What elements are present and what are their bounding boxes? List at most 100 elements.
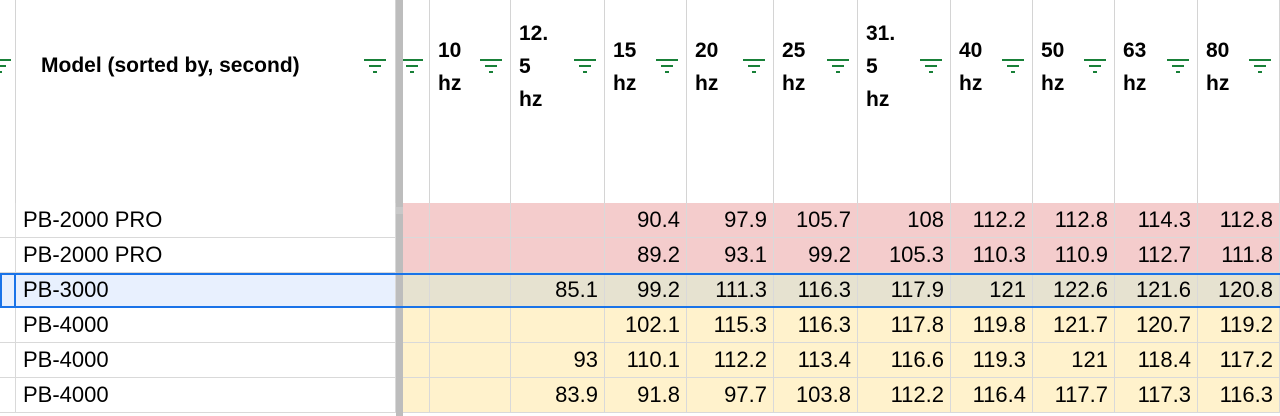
header-cell-freq[interactable]: 40 hz xyxy=(951,0,1033,207)
header-cell-freq[interactable]: 31. 5 hz xyxy=(858,0,951,207)
header-cell-freq[interactable]: 10 hz xyxy=(430,0,511,207)
filter-icon[interactable] xyxy=(743,59,765,73)
spl-value-cell[interactable]: 120.7 xyxy=(1115,308,1198,343)
header-cell-freq[interactable]: 63 hz xyxy=(1115,0,1198,207)
header-cell-freq[interactable]: 80 hz xyxy=(1198,0,1280,207)
spl-value-cell[interactable]: 112.2 xyxy=(858,378,951,413)
table-row[interactable]: PB-4000 102.1 115.3 116.3 117.8 119.8 121.7 120… xyxy=(0,308,1280,343)
spl-value-cell[interactable]: 121.6 xyxy=(1115,273,1198,308)
spl-value-cell[interactable]: 97.9 xyxy=(687,203,774,238)
spl-value-cell[interactable] xyxy=(430,238,511,273)
spl-value-cell[interactable]: 112.2 xyxy=(951,203,1033,238)
narrow-cell[interactable] xyxy=(403,238,430,273)
narrow-cell[interactable] xyxy=(403,308,430,343)
spl-value-cell[interactable]: 111.8 xyxy=(1198,238,1280,273)
spl-value-cell[interactable]: 91.8 xyxy=(605,378,687,413)
table-row[interactable]: PB-3000 85.1 99.2 111.3 116.3 117.9 121 122.6 12… xyxy=(0,273,1280,308)
filter-icon[interactable] xyxy=(401,59,423,73)
filter-icon[interactable] xyxy=(1002,59,1024,73)
spl-value-cell[interactable]: 108 xyxy=(858,203,951,238)
narrow-cell[interactable] xyxy=(403,203,430,238)
spl-value-cell[interactable]: 117.9 xyxy=(858,273,951,308)
filter-icon[interactable] xyxy=(920,59,942,73)
spl-value-cell[interactable]: 119.3 xyxy=(951,343,1033,378)
row-edge-cell[interactable] xyxy=(0,238,16,273)
spl-value-cell[interactable]: 114.3 xyxy=(1115,203,1198,238)
model-name-cell[interactable]: PB-2000 PRO xyxy=(16,238,396,273)
spl-value-cell[interactable]: 102.1 xyxy=(605,308,687,343)
spl-value-cell[interactable]: 117.3 xyxy=(1115,378,1198,413)
spl-value-cell[interactable] xyxy=(511,203,605,238)
header-cell-freq[interactable]: 20 hz xyxy=(687,0,774,207)
spl-value-cell[interactable]: 121 xyxy=(1033,343,1115,378)
row-edge-cell[interactable] xyxy=(0,343,16,378)
spl-value-cell[interactable]: 97.7 xyxy=(687,378,774,413)
filter-icon[interactable] xyxy=(1084,59,1106,73)
spl-value-cell[interactable]: 112.2 xyxy=(687,343,774,378)
spl-value-cell[interactable] xyxy=(430,343,511,378)
spl-value-cell[interactable]: 112.8 xyxy=(1033,203,1115,238)
header-cell-freq[interactable]: 12. 5 hz xyxy=(511,0,605,207)
spl-value-cell[interactable]: 93.1 xyxy=(687,238,774,273)
table-row[interactable]: PB-4000 93 110.1 112.2 113.4 116.6 119.3 121 118… xyxy=(0,343,1280,378)
spl-value-cell[interactable]: 99.2 xyxy=(605,273,687,308)
filter-icon[interactable] xyxy=(0,59,11,73)
row-edge-cell[interactable] xyxy=(0,273,16,308)
row-edge-cell[interactable] xyxy=(0,203,16,238)
spl-value-cell[interactable]: 110.9 xyxy=(1033,238,1115,273)
spl-value-cell[interactable]: 116.4 xyxy=(951,378,1033,413)
header-cell-edge[interactable] xyxy=(0,0,16,207)
spl-value-cell[interactable]: 120.8 xyxy=(1198,273,1280,308)
table-row[interactable]: PB-4000 83.9 91.8 97.7 103.8 112.2 116.4 117.7 1… xyxy=(0,378,1280,413)
model-name-cell[interactable]: PB-3000 xyxy=(16,273,396,308)
spl-value-cell[interactable]: 117.7 xyxy=(1033,378,1115,413)
spl-value-cell[interactable]: 116.3 xyxy=(774,273,858,308)
spl-value-cell[interactable]: 89.2 xyxy=(605,238,687,273)
spl-value-cell[interactable]: 93 xyxy=(511,343,605,378)
filter-icon[interactable] xyxy=(364,59,386,73)
header-cell-freq[interactable]: 25 hz xyxy=(774,0,858,207)
spl-value-cell[interactable]: 117.2 xyxy=(1198,343,1280,378)
filter-icon[interactable] xyxy=(656,59,678,73)
narrow-cell[interactable] xyxy=(403,273,430,308)
model-name-cell[interactable]: PB-2000 PRO xyxy=(16,203,396,238)
spl-value-cell[interactable]: 121.7 xyxy=(1033,308,1115,343)
spl-value-cell[interactable] xyxy=(430,203,511,238)
spl-value-cell[interactable]: 85.1 xyxy=(511,273,605,308)
model-name-cell[interactable]: PB-4000 xyxy=(16,343,396,378)
spl-value-cell[interactable]: 111.3 xyxy=(687,273,774,308)
filter-icon[interactable] xyxy=(480,59,502,73)
filter-icon[interactable] xyxy=(1167,59,1189,73)
filter-icon[interactable] xyxy=(1249,59,1271,73)
spl-value-cell[interactable]: 110.3 xyxy=(951,238,1033,273)
spl-value-cell[interactable]: 115.3 xyxy=(687,308,774,343)
filter-icon[interactable] xyxy=(574,59,596,73)
filter-icon[interactable] xyxy=(827,59,849,73)
spl-value-cell[interactable]: 113.4 xyxy=(774,343,858,378)
model-name-cell[interactable]: PB-4000 xyxy=(16,308,396,343)
spl-value-cell[interactable]: 116.6 xyxy=(858,343,951,378)
spl-value-cell[interactable]: 116.3 xyxy=(1198,378,1280,413)
spl-value-cell[interactable]: 105.7 xyxy=(774,203,858,238)
narrow-cell[interactable] xyxy=(403,378,430,413)
model-name-cell[interactable]: PB-4000 xyxy=(16,378,396,413)
spl-value-cell[interactable]: 112.8 xyxy=(1198,203,1280,238)
spl-value-cell[interactable] xyxy=(511,238,605,273)
header-cell-model[interactable]: Model (sorted by, second) xyxy=(16,0,396,207)
spl-value-cell[interactable]: 103.8 xyxy=(774,378,858,413)
spl-value-cell[interactable]: 122.6 xyxy=(1033,273,1115,308)
spl-value-cell[interactable]: 117.8 xyxy=(858,308,951,343)
spl-value-cell[interactable]: 105.3 xyxy=(858,238,951,273)
spl-value-cell[interactable] xyxy=(430,273,511,308)
header-cell-freq[interactable]: 50 hz xyxy=(1033,0,1115,207)
spl-value-cell[interactable] xyxy=(430,308,511,343)
row-edge-cell[interactable] xyxy=(0,378,16,413)
spl-value-cell[interactable]: 83.9 xyxy=(511,378,605,413)
header-cell-freq[interactable]: 15 hz xyxy=(605,0,687,207)
spl-value-cell[interactable]: 110.1 xyxy=(605,343,687,378)
spl-value-cell[interactable]: 112.7 xyxy=(1115,238,1198,273)
table-row[interactable]: PB-2000 PRO 90.4 97.9 105.7 108 112.2 112.8 114… xyxy=(0,203,1280,238)
spl-value-cell[interactable]: 99.2 xyxy=(774,238,858,273)
spl-value-cell[interactable] xyxy=(511,308,605,343)
spl-value-cell[interactable]: 119.8 xyxy=(951,308,1033,343)
